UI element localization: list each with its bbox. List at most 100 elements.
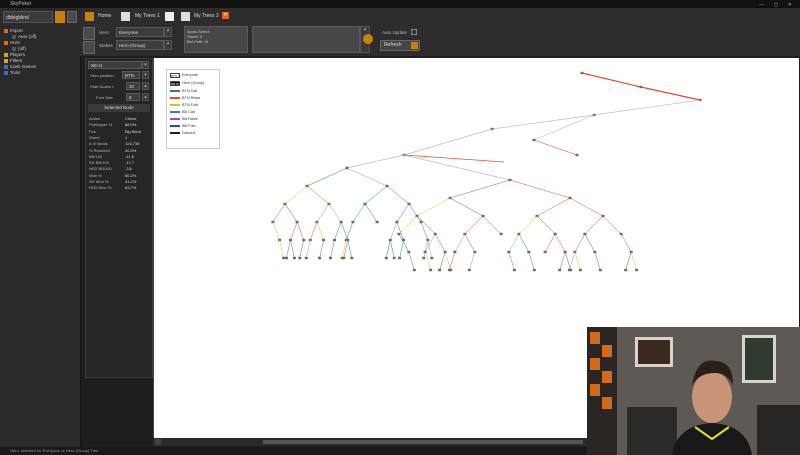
tree-edge [574, 251, 581, 271]
tree-edge [306, 239, 311, 259]
sidebar-item-hud-off[interactable]: (off) [12, 46, 26, 51]
tab-close-icon[interactable] [165, 12, 174, 21]
position-select[interactable]: NE-H [88, 61, 142, 69]
font-size-input[interactable]: 8 [126, 93, 140, 101]
tree-node[interactable] [558, 268, 562, 272]
tree-edge [396, 203, 410, 223]
stat-row: NSD Won % 63.7% [89, 185, 149, 191]
tab-my-trees-1[interactable]: My Trees 1 [135, 11, 160, 22]
tree-node[interactable] [375, 220, 379, 224]
tree-node[interactable] [512, 268, 516, 272]
spots-line: Bet Path: % [187, 39, 209, 44]
tree-node[interactable] [624, 268, 628, 272]
tree-edge [454, 233, 466, 253]
tree-node[interactable] [543, 250, 547, 254]
tree-edge [424, 251, 431, 271]
spots-textbox[interactable]: Spots Select Street: 0 Bet Path: % [184, 26, 248, 53]
tree-edge [554, 233, 566, 253]
tree-edge [420, 221, 428, 241]
sidebar-item-import[interactable]: Import [4, 28, 23, 33]
tree-node[interactable] [392, 256, 396, 260]
position-dropdown-icon[interactable]: ▾ [142, 61, 149, 69]
filter-textbox[interactable] [252, 26, 360, 53]
sidebar-item-cash-games[interactable]: Cash Games [4, 64, 36, 69]
tree-node[interactable] [598, 268, 602, 272]
hide-nodes-stepper[interactable]: ▴ [142, 82, 149, 90]
tree-edge [284, 185, 308, 205]
sidebar-item-filters[interactable]: Filters [4, 58, 22, 63]
tree-node[interactable] [384, 256, 388, 260]
stat-row: % Reached 40.2% [89, 148, 149, 154]
refresh-button[interactable]: Refresh [380, 40, 420, 51]
close-icon[interactable]: ✕ [222, 12, 229, 19]
tree-node[interactable] [292, 256, 296, 260]
sidebar-item-label: Filters [10, 58, 23, 63]
tab-bar: Home My Trees 1 My Trees 2 ✕ [80, 8, 800, 25]
stat-row: NSD BB/100 -3.6 [89, 166, 149, 172]
hide-nodes-label: Hide Nodes < [90, 84, 115, 89]
webcam-image [587, 327, 800, 455]
tree-edge [449, 197, 484, 217]
font-size-stepper[interactable]: ▴ [142, 93, 149, 101]
tree-node[interactable] [532, 268, 536, 272]
tab-home[interactable]: Home [98, 11, 111, 22]
tree-node[interactable] [430, 256, 434, 260]
tree-node[interactable] [282, 256, 286, 260]
stat-key: SD BB/100 [89, 160, 109, 166]
stakes-dropdown-icon[interactable]: ▾ [164, 40, 172, 50]
tree-edge [290, 221, 298, 241]
tree-node[interactable] [304, 256, 308, 260]
chevron-down-icon[interactable] [83, 41, 95, 54]
tree-edge [296, 221, 304, 241]
sidebar-item-import-auto[interactable]: Auto (off) [12, 34, 36, 39]
tree-node[interactable] [340, 256, 344, 260]
sidebar-item-tools[interactable]: Tools [4, 70, 21, 75]
tree-edge [536, 197, 571, 217]
tree-node[interactable] [271, 220, 275, 224]
tree-node[interactable] [438, 268, 442, 272]
scroll-thumb[interactable] [263, 440, 583, 444]
hero-position-select[interactable]: BTN [122, 71, 140, 79]
hide-nodes-input[interactable]: 20 [126, 82, 140, 90]
tree-node[interactable] [567, 268, 571, 272]
scroll-left-button[interactable] [155, 439, 161, 445]
hero-select[interactable]: Everyone [116, 27, 164, 37]
tree-node[interactable] [412, 268, 416, 272]
tree-node[interactable] [578, 268, 582, 272]
tree-edge [509, 179, 571, 199]
database-select[interactable]: dbbigblind [3, 11, 53, 23]
tree-edge [620, 233, 632, 253]
tree-node[interactable] [580, 71, 584, 75]
auto-update-checkbox[interactable] [411, 29, 417, 35]
tree-node[interactable] [284, 256, 288, 260]
stat-value: 50.2% [125, 172, 137, 178]
tree-node[interactable] [447, 268, 451, 272]
database-menu-button[interactable] [55, 11, 65, 23]
tree-edge [602, 215, 622, 235]
hero-dropdown-icon[interactable]: ▾ [164, 27, 172, 37]
tree-node[interactable] [635, 268, 639, 272]
tree-node[interactable] [350, 256, 354, 260]
stat-value: 88.0% [125, 122, 137, 128]
tree-node[interactable] [429, 268, 433, 272]
sidebar-item-hud[interactable]: HUD [4, 40, 20, 45]
tree-edge [306, 185, 330, 205]
tree-node[interactable] [575, 153, 579, 157]
back-button[interactable] [83, 27, 95, 40]
stat-key: Preflopper % [89, 122, 113, 128]
tree-node[interactable] [298, 256, 302, 260]
database-settings-button[interactable] [67, 11, 77, 23]
gear-icon[interactable] [363, 34, 373, 44]
tree-node[interactable] [467, 268, 471, 272]
tree-node[interactable] [499, 232, 503, 236]
tree-node[interactable] [328, 256, 332, 260]
stakes-select[interactable]: Hero (Group) [116, 40, 164, 50]
tree-node[interactable] [422, 256, 426, 260]
sidebar-item-players[interactable]: Players [4, 52, 25, 57]
tree-node[interactable] [398, 256, 402, 260]
tab-my-trees-2[interactable]: My Trees 2 [194, 11, 219, 22]
tree-edge [416, 215, 436, 235]
tree-node[interactable] [318, 256, 322, 260]
home-icon[interactable] [85, 12, 94, 21]
hero-position-dropdown-icon[interactable]: ▾ [142, 71, 149, 79]
